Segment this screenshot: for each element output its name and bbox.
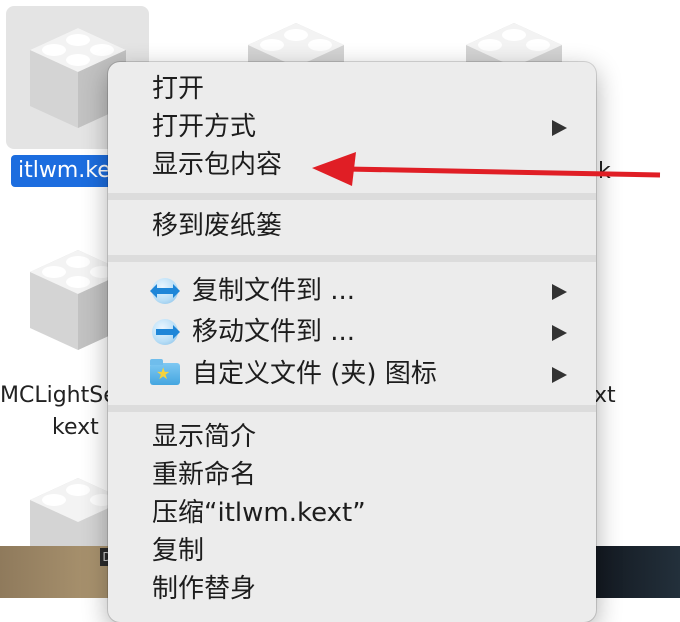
submenu-arrow-icon [552, 325, 567, 341]
menu-item-compress[interactable]: 压缩“itlwm.kext” [108, 494, 596, 532]
menu-item-get-info[interactable]: 显示简介 [108, 418, 596, 456]
file-label-fragment-xt: xt [594, 383, 616, 408]
file-item-partial-bottom-left[interactable] [22, 470, 126, 578]
menu-item-move-to[interactable]: 移动文件到 ... [108, 313, 596, 351]
menu-item-duplicate[interactable]: 复制 [108, 532, 596, 570]
file-item-mclightse-kext[interactable]: MCLightSe kext [0, 230, 126, 450]
context-menu: 打开 打开方式 显示包内容 移到废纸篓 复制文件到 ... 移动文件到 ... … [108, 62, 596, 622]
submenu-arrow-icon [552, 284, 567, 300]
submenu-arrow-icon [552, 120, 567, 136]
menu-item-copy-to[interactable]: 复制文件到 ... [108, 272, 596, 310]
menu-item-open-with[interactable]: 打开方式 [108, 108, 596, 146]
menu-item-rename[interactable]: 重新命名 [108, 456, 596, 494]
menu-item-move-to-trash[interactable]: 移到废纸篓 [108, 207, 596, 245]
menu-item-make-alias[interactable]: 制作替身 [108, 570, 596, 608]
submenu-arrow-icon [552, 367, 567, 383]
menu-separator [108, 193, 596, 200]
file-label-line1: MCLightSe [0, 383, 117, 408]
folder-star-icon: ★ [150, 359, 180, 387]
menu-item-custom-icon[interactable]: ★ 自定义文件 (夹) 图标 [108, 355, 596, 393]
menu-separator [108, 255, 596, 262]
file-label-line2: kext [52, 415, 99, 440]
menu-item-open[interactable]: 打开 [108, 70, 596, 108]
red-annotation-arrow-icon [312, 152, 661, 186]
copy-to-icon [150, 278, 180, 304]
menu-separator [108, 405, 596, 412]
move-to-icon [150, 319, 180, 345]
